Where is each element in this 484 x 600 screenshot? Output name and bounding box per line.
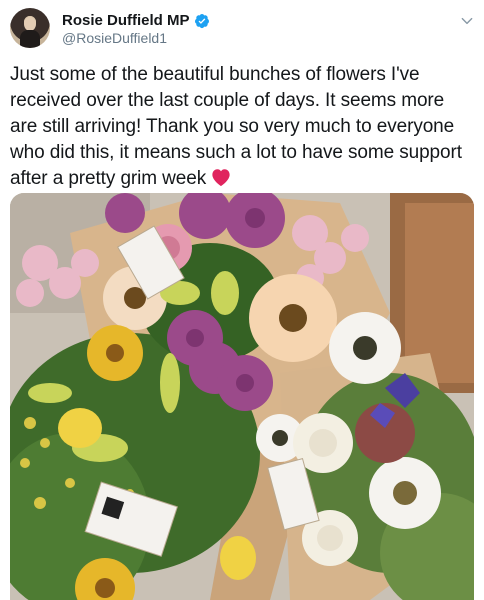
author-name-row: Rosie Duffield MP — [62, 12, 210, 29]
tweet-header: Rosie Duffield MP @RosieDuffield1 — [10, 8, 476, 52]
tweet-text-body: Just some of the beautiful bunches of fl… — [10, 64, 462, 189]
chevron-down-icon[interactable] — [460, 14, 474, 28]
avatar[interactable] — [10, 8, 50, 48]
tweet-text: Just some of the beautiful bunches of fl… — [10, 62, 472, 192]
tweet-card: Rosie Duffield MP @RosieDuffield1 Just s… — [0, 0, 484, 600]
author-handle[interactable]: @RosieDuffield1 — [62, 30, 167, 46]
verified-badge-icon — [194, 13, 209, 28]
red-heart-icon — [212, 169, 230, 187]
author-name[interactable]: Rosie Duffield MP — [62, 12, 190, 29]
flower-bouquets-image — [10, 193, 474, 600]
tweet-photo[interactable] — [10, 193, 474, 600]
